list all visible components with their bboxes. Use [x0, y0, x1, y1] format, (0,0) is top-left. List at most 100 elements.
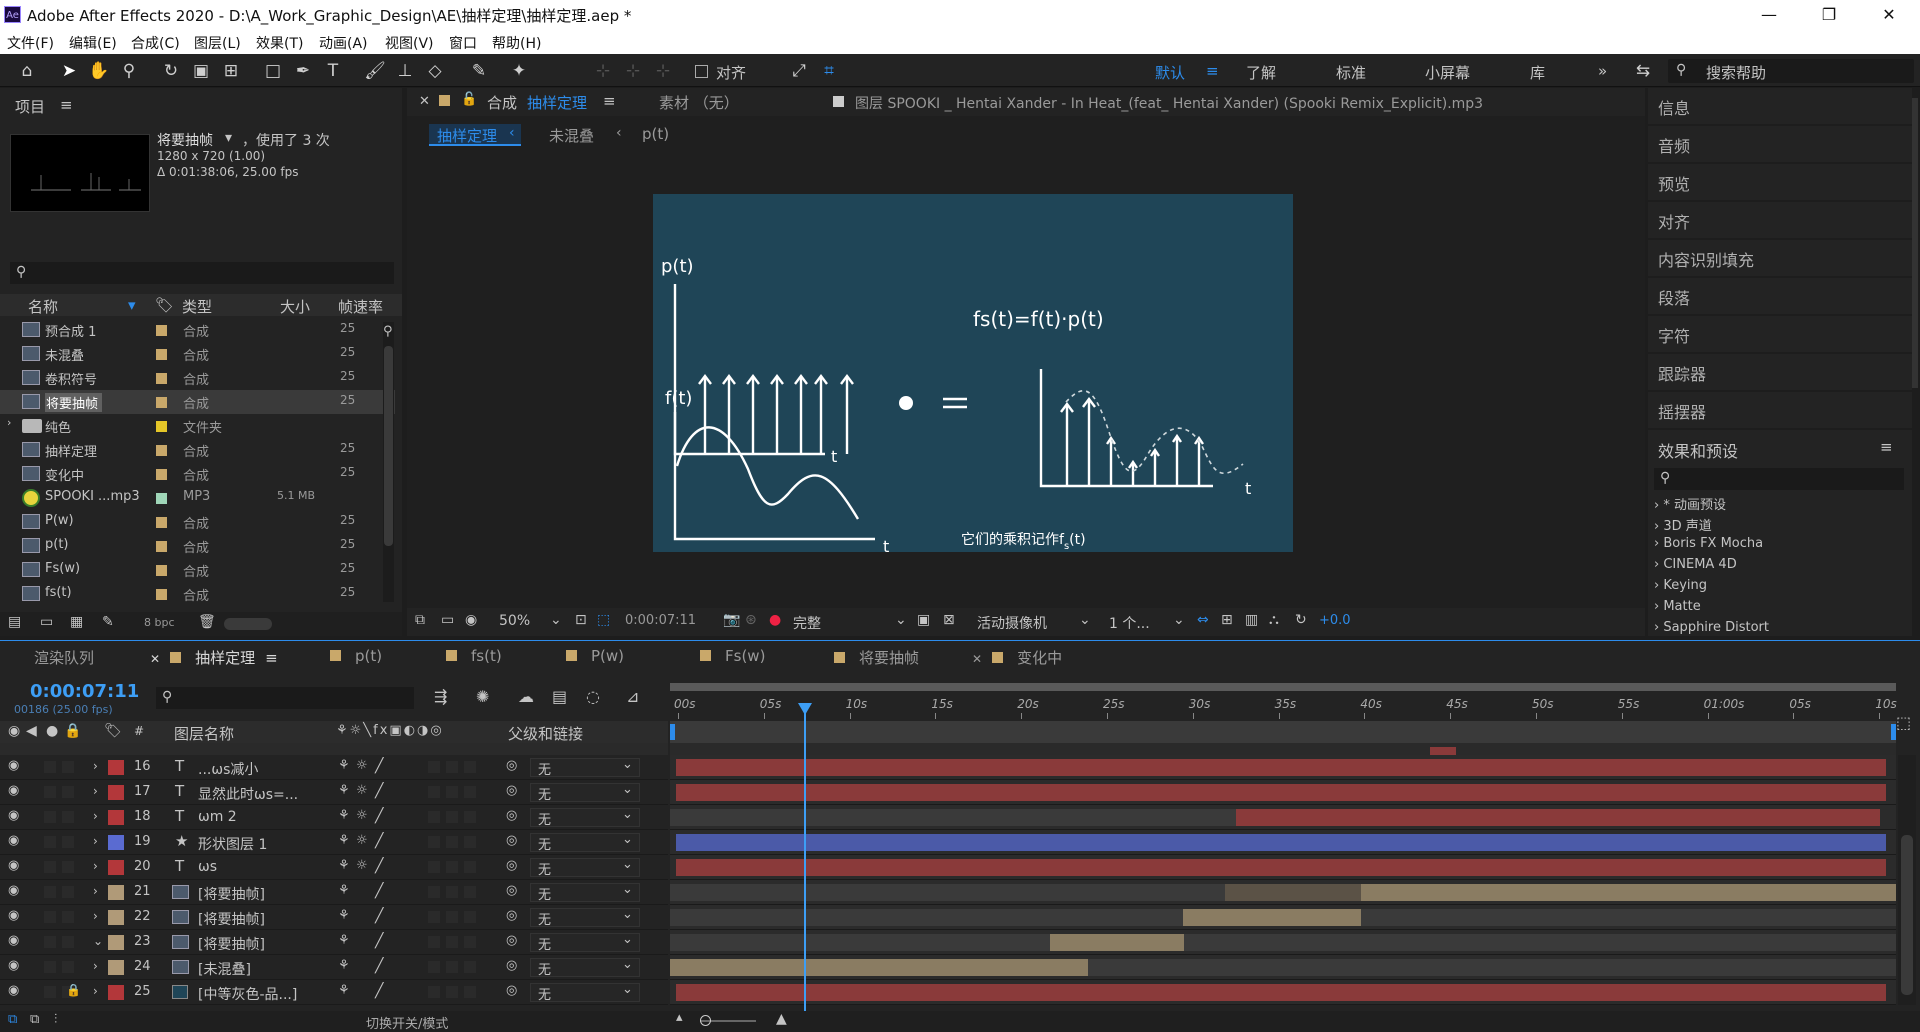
layer-trimmed-bar[interactable]	[1184, 934, 1896, 951]
close-tab-icon[interactable]: ✕	[972, 652, 982, 666]
video-switch-icon[interactable]: ◉	[8, 723, 20, 739]
sync-settings-icon[interactable]: ⇆	[1630, 58, 1656, 84]
column-size[interactable]: 大小	[280, 296, 310, 317]
label-color-swatch[interactable]	[156, 493, 167, 504]
layer-duration-bar[interactable]	[676, 759, 1886, 776]
zoom-tool-icon[interactable]: ⚲	[116, 58, 142, 84]
collapse-switch-icon[interactable]: ☼	[356, 808, 368, 823]
column-fps[interactable]: 帧速率	[338, 296, 383, 317]
zoom-slider-thumb[interactable]	[700, 1015, 711, 1026]
bit-depth[interactable]: 8 bpc	[144, 616, 175, 629]
lock-toggle[interactable]	[62, 861, 74, 873]
effects-category[interactable]: › Sapphire Distort	[1654, 620, 1769, 636]
label-color-swatch[interactable]	[156, 469, 167, 480]
sort-arrow-icon[interactable]: ▾	[128, 296, 136, 314]
graph-editor-icon[interactable]: ⊿	[626, 687, 639, 706]
composition-canvas[interactable]: p(t) t f(t) t fs(t)=f(t)·p(t) t 它们的乘积记作f…	[653, 194, 1293, 556]
help-search-box[interactable]: ⚲ 搜索帮助	[1668, 59, 1914, 83]
chevron-right-icon[interactable]: ›	[93, 784, 98, 798]
threed-toggle[interactable]	[464, 936, 476, 948]
timeline-scroll-thumb[interactable]	[1901, 835, 1913, 995]
cti-head[interactable]	[798, 703, 812, 715]
views-select[interactable]: 1 个...	[1109, 613, 1150, 633]
expand-modes-icon[interactable]: ⫶	[54, 1012, 57, 1027]
threed-toggle[interactable]	[464, 761, 476, 773]
flowchart-icon[interactable]: ⚲	[383, 324, 393, 339]
expand-switches-icon[interactable]: ⧉	[30, 1012, 39, 1027]
workspace-default[interactable]: 默认	[1155, 62, 1185, 83]
eye-icon[interactable]: ◉	[8, 908, 19, 923]
work-area-bar[interactable]	[670, 683, 1896, 691]
shy-switch-icon[interactable]: ⚘	[338, 958, 350, 973]
timeline-icon[interactable]: ⛬	[1269, 612, 1279, 628]
hand-tool-icon[interactable]: ✋	[86, 58, 112, 84]
quality-switch-icon[interactable]: ╱	[375, 983, 383, 999]
chevron-down-icon[interactable]: ⌄	[1173, 612, 1185, 628]
layer-duration-bar[interactable]	[1236, 809, 1880, 826]
blend-toggle[interactable]	[428, 861, 440, 873]
quality-switch-icon[interactable]: ╱	[375, 783, 383, 799]
solo-toggle[interactable]	[44, 886, 56, 898]
project-settings-icon[interactable]: ✎	[102, 614, 114, 630]
column-name[interactable]: 名称	[28, 296, 58, 317]
adjust-toggle[interactable]	[446, 886, 458, 898]
brush-tool-icon[interactable]: 🖌	[362, 58, 388, 84]
lock-switch-icon[interactable]: 🔒	[64, 723, 81, 739]
timeline-tab[interactable]: P(w)	[566, 647, 624, 665]
quality-switch-icon[interactable]: ╱	[375, 908, 383, 924]
chevron-down-icon[interactable]: ⌄	[622, 757, 633, 772]
workspace-more-icon[interactable]: »	[1598, 62, 1607, 80]
blend-toggle[interactable]	[428, 911, 440, 923]
chevron-right-icon[interactable]: ›	[93, 759, 98, 773]
timeline-tab[interactable]: Fs(w)	[700, 647, 765, 665]
pick-whip-icon[interactable]: ◎	[506, 758, 517, 773]
layer-search-input[interactable]: ⚲	[156, 687, 414, 709]
layer-name[interactable]: [中等灰色-品...]	[198, 984, 297, 1004]
eraser-tool-icon[interactable]: ◇	[422, 58, 448, 84]
chevron-down-icon[interactable]: ⌄	[622, 882, 633, 897]
shy-switch-icon[interactable]: ⚘	[338, 758, 350, 773]
layer-label-color[interactable]	[108, 985, 124, 1000]
column-type[interactable]: 类型	[182, 296, 212, 317]
pick-whip-icon[interactable]: ◎	[506, 858, 517, 873]
pick-whip-icon[interactable]: ◎	[506, 833, 517, 848]
draft-3d-icon[interactable]: ✺	[476, 687, 489, 706]
solo-toggle[interactable]	[44, 936, 56, 948]
eye-icon[interactable]: ◉	[8, 808, 19, 823]
chevron-right-icon[interactable]: ›	[93, 809, 98, 823]
timeline-tab[interactable]: 将要抽帧	[834, 647, 919, 668]
effects-panel-title[interactable]: 效果和预设	[1658, 438, 1738, 462]
solo-toggle[interactable]	[44, 836, 56, 848]
layer-duration-bar[interactable]	[676, 984, 1886, 1001]
close-tab-icon[interactable]: ✕	[150, 652, 160, 666]
project-item[interactable]: 将要抽帧 合成 25	[0, 390, 395, 414]
eye-icon[interactable]: ◉	[8, 833, 19, 848]
adjust-toggle[interactable]	[446, 961, 458, 973]
layer-duration-bar[interactable]	[676, 859, 1886, 876]
zoom-marker-icon[interactable]: ⬚	[1896, 713, 1911, 732]
comp-tab-prefix[interactable]: 合成	[487, 92, 517, 113]
vr-icon[interactable]: ◉	[465, 612, 477, 628]
layer-trimmed-bar[interactable]	[1225, 884, 1361, 901]
adjust-toggle[interactable]	[446, 911, 458, 923]
snapping-checkbox[interactable]	[695, 65, 708, 78]
blend-toggle[interactable]	[428, 811, 440, 823]
selected-item-dropdown-icon[interactable]: ▾	[225, 130, 232, 146]
right-panel-tab[interactable]: 信息	[1648, 88, 1912, 124]
snap-feature-icon[interactable]: ⌗	[816, 58, 842, 84]
workspace-learn[interactable]: 了解	[1246, 62, 1276, 83]
label-color-swatch[interactable]	[156, 517, 167, 528]
comp-mini-flowchart-icon[interactable]: ⇶	[434, 687, 447, 706]
layer-label-color[interactable]	[108, 860, 124, 875]
project-scrollbar[interactable]	[383, 322, 394, 602]
comp-tab-menu-icon[interactable]: ≡	[603, 92, 616, 110]
layer-name[interactable]: ωs	[198, 859, 217, 875]
column-parent[interactable]: 父级和链接	[508, 723, 583, 744]
camera-tool-icon[interactable]: ▣	[188, 58, 214, 84]
workspace-standard[interactable]: 标准	[1336, 62, 1366, 83]
snapshot-icon[interactable]: 📷	[723, 612, 740, 628]
right-panel-tab[interactable]: 音频	[1648, 126, 1912, 162]
switches-header-icons[interactable]: ⚘☼╲fx▣◐◑◎	[336, 723, 444, 738]
panel-menu-icon[interactable]: ≡	[265, 649, 278, 667]
project-item[interactable]: 卷积符号 合成 25	[0, 366, 395, 390]
